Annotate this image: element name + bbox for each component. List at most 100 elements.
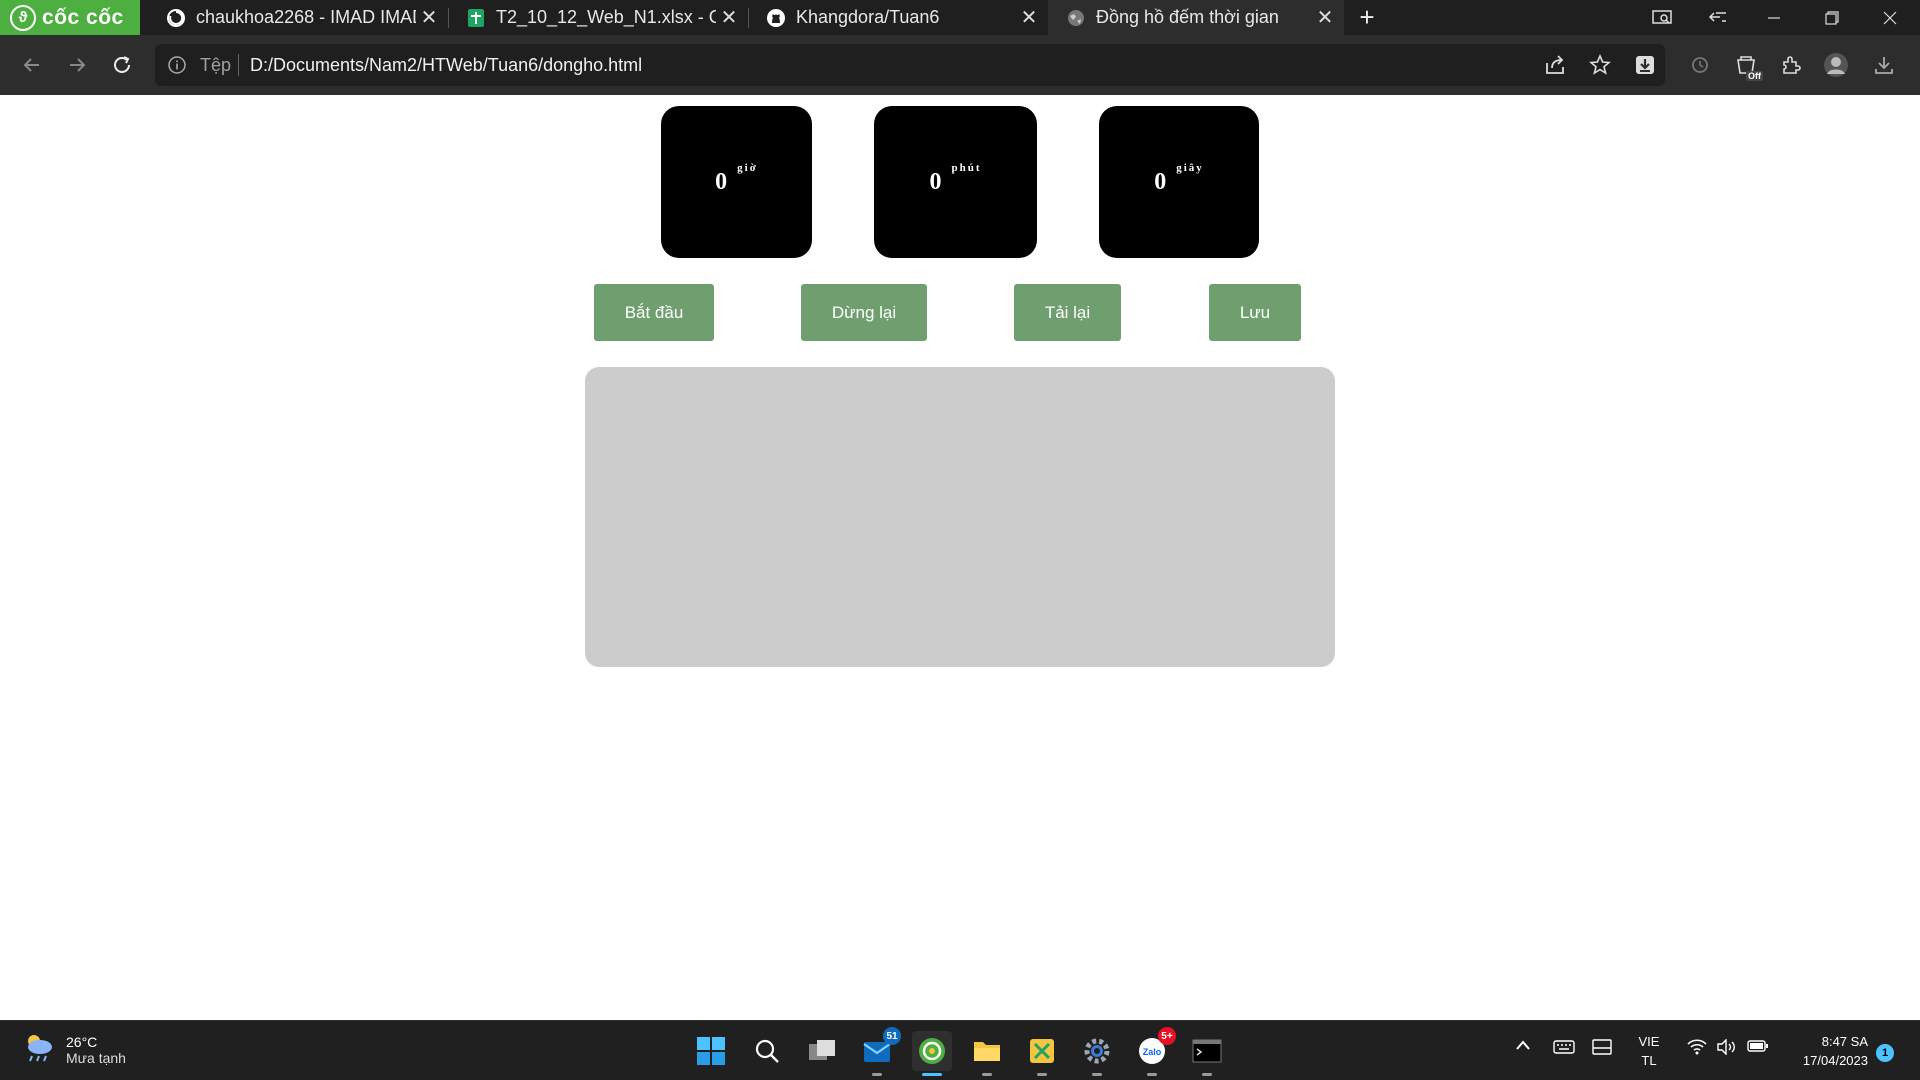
wifi-icon[interactable]	[1685, 1039, 1709, 1055]
adblock-extension-icon[interactable]: Off	[1733, 51, 1763, 81]
close-window-icon[interactable]	[1862, 0, 1918, 35]
address-bar[interactable]: Tệp D:/Documents/Nam2/HTWeb/Tuan6/dongho…	[155, 44, 1665, 86]
running-indicator	[1037, 1073, 1047, 1076]
extensions-puzzle-icon[interactable]	[1777, 51, 1805, 79]
bookmark-star-icon[interactable]	[1586, 51, 1614, 79]
language-code: VIE	[1638, 1034, 1660, 1049]
minutes-unit: phút	[951, 162, 982, 174]
system-clock[interactable]: 8:47 SA 17/04/2023	[1780, 1032, 1868, 1070]
task-view-icon	[809, 1040, 835, 1060]
sync-icon[interactable]	[1686, 51, 1714, 79]
touch-keyboard-icon[interactable]	[1552, 1039, 1576, 1055]
tab-title: chaukhoa2268 - IMAD IMAD	[196, 7, 416, 27]
profile-avatar-icon[interactable]	[1822, 51, 1850, 79]
running-indicator	[872, 1073, 882, 1076]
clock-time: 8:47 SA	[1821, 1034, 1868, 1049]
reload-icon[interactable]	[106, 49, 138, 81]
stopwatch-page: 0 giờ 0 phút 0 giây Bắt đầu Dừng lại Tải…	[0, 95, 1920, 1020]
url-text[interactable]: D:/Documents/Nam2/HTWeb/Tuan6/dongho.htm…	[250, 55, 642, 76]
running-indicator	[982, 1073, 992, 1076]
extension-off-badge: Off	[1746, 71, 1763, 81]
weather-temperature: 26°C	[66, 1033, 98, 1050]
savior-download-icon[interactable]	[1631, 51, 1659, 79]
forward-arrow-icon[interactable]	[61, 49, 93, 81]
hours-unit: giờ	[737, 162, 758, 174]
taskbar-mail-app[interactable]: 51	[857, 1027, 901, 1076]
terminal-icon	[1192, 1039, 1222, 1063]
snipping-tool-icon	[1030, 1039, 1054, 1063]
folder-icon	[974, 1042, 1000, 1061]
taskbar-file-explorer[interactable]	[967, 1031, 1007, 1076]
minutes-display: 0 phút	[874, 106, 1037, 258]
input-language-indicator[interactable]: VIE TL	[1636, 1032, 1662, 1070]
downloads-icon[interactable]	[1870, 51, 1898, 79]
seconds-display: 0 giây	[1099, 106, 1259, 258]
reload-circle-icon	[166, 8, 186, 28]
tab-github[interactable]: Khangdora/Tuan6 ✕	[748, 0, 1048, 35]
battery-icon[interactable]	[1745, 1039, 1771, 1053]
back-arrow-icon[interactable]	[16, 49, 48, 81]
new-tab-button[interactable]: +	[1352, 2, 1382, 32]
tab-title: Khangdora/Tuan6	[796, 7, 940, 27]
stop-button[interactable]: Dừng lại	[801, 284, 927, 341]
weather-condition: Mưa tạnh	[66, 1049, 126, 1066]
tab-stopwatch[interactable]: Đồng hồ đếm thời gian ✕	[1048, 0, 1344, 35]
hours-value: 0	[715, 168, 728, 195]
globe-icon	[1066, 8, 1086, 28]
start-menu-button[interactable]	[691, 1031, 731, 1071]
taskbar-coccoc-app[interactable]	[912, 1031, 952, 1076]
close-tab-icon[interactable]: ✕	[1016, 5, 1042, 30]
settings-gear-icon	[1084, 1038, 1110, 1064]
restore-icon[interactable]	[1804, 0, 1860, 35]
volume-icon[interactable]	[1714, 1039, 1738, 1055]
reset-button[interactable]: Tải lại	[1014, 284, 1121, 341]
coccoc-browser-icon	[919, 1038, 945, 1064]
mail-count-badge: 51	[883, 1027, 901, 1045]
running-indicator	[1092, 1073, 1102, 1076]
taskbar-settings-app[interactable]	[1077, 1031, 1117, 1076]
site-info-icon[interactable]	[167, 55, 187, 80]
github-icon	[766, 8, 786, 28]
running-indicator	[922, 1073, 942, 1076]
taskbar-snip-app[interactable]	[1022, 1031, 1062, 1076]
back-list-icon[interactable]	[1690, 0, 1746, 35]
rain-cloud-icon	[22, 1031, 56, 1068]
coccoc-logo-icon: ϑ	[10, 4, 36, 31]
seconds-unit: giây	[1176, 162, 1204, 174]
scheme-label: Tệp	[200, 55, 232, 75]
tablet-mode-icon[interactable]	[1590, 1039, 1614, 1055]
tab-search-icon[interactable]	[1634, 0, 1690, 35]
close-tab-icon[interactable]: ✕	[416, 5, 442, 30]
hours-display: 0 giờ	[661, 106, 812, 258]
taskbar-zalo-app[interactable]: Zalo 5+	[1132, 1027, 1176, 1076]
share-icon[interactable]	[1541, 51, 1569, 79]
clock-date: 17/04/2023	[1802, 1053, 1868, 1068]
tab-sheets[interactable]: T2_10_12_Web_N1.xlsx - Goo ✕	[448, 0, 748, 35]
tab-strip: ϑ cốc cốc chaukhoa2268 - IMAD IMAD ✕ T2_…	[0, 0, 1920, 35]
minimize-icon[interactable]	[1746, 0, 1802, 35]
save-button[interactable]: Lưu	[1209, 284, 1301, 341]
task-view-button[interactable]	[802, 1031, 842, 1071]
saved-times-panel	[585, 367, 1335, 667]
start-button[interactable]: Bắt đầu	[594, 284, 714, 341]
taskbar-search-button[interactable]	[747, 1031, 787, 1071]
coccoc-logo-button[interactable]: ϑ cốc cốc	[0, 0, 140, 35]
input-method: TL	[1641, 1053, 1657, 1068]
google-sheets-icon	[466, 8, 486, 28]
running-indicator	[1202, 1073, 1212, 1076]
zalo-count-badge: 5+	[1158, 1027, 1176, 1045]
windows-taskbar: 26°C Mưa tạnh 51 Zalo 5+ VIE TL 8:47 SA …	[0, 1020, 1920, 1080]
tab-title: T2_10_12_Web_N1.xlsx - Goo	[496, 7, 716, 27]
seconds-value: 0	[1154, 168, 1167, 195]
brand-name: cốc cốc	[42, 5, 124, 29]
notification-count-badge[interactable]: 1	[1876, 1044, 1894, 1062]
close-tab-icon[interactable]: ✕	[716, 5, 742, 30]
taskbar-terminal-app[interactable]	[1187, 1031, 1227, 1076]
show-hidden-icons-chevron-up-icon[interactable]	[1513, 1039, 1533, 1051]
weather-widget[interactable]: 26°C Mưa tạnh	[22, 1031, 126, 1068]
close-tab-icon[interactable]: ✕	[1312, 5, 1338, 30]
tab-imad[interactable]: chaukhoa2268 - IMAD IMAD ✕	[148, 0, 448, 35]
address-divider	[238, 54, 239, 76]
running-indicator	[1147, 1073, 1157, 1076]
windows-logo-icon	[697, 1037, 725, 1065]
